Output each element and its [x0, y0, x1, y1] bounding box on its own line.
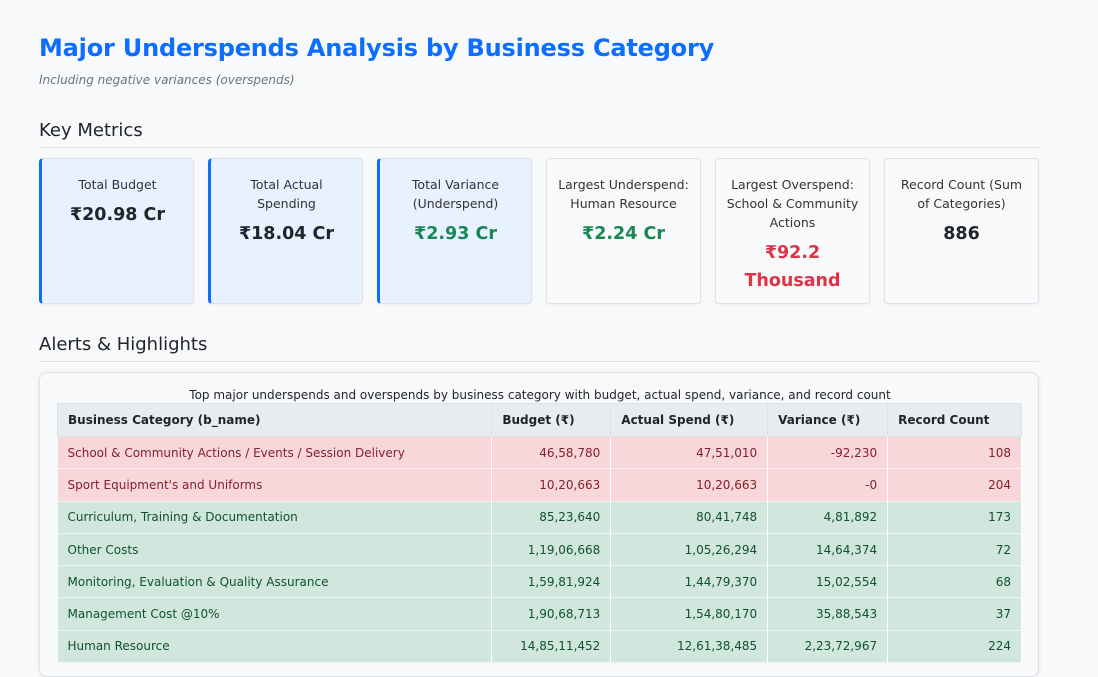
- table-row-overspend: Sport Equipment's and Uniforms 10,20,663…: [57, 468, 1022, 502]
- cell-actual: 12,61,38,485: [610, 630, 769, 664]
- cell-record-count: 173: [887, 501, 1022, 534]
- metric-label: Total Actual Spending: [250, 177, 323, 211]
- cell-record-count: 68: [887, 565, 1022, 599]
- cell-budget: 1,90,68,713: [491, 597, 612, 631]
- metric-value: ₹18.04 Cr: [238, 224, 335, 244]
- metric-value: ₹92.2 Thousand: [744, 243, 841, 291]
- cell-record-count: 204: [887, 468, 1022, 502]
- column-header-budget: Budget (₹): [491, 403, 612, 437]
- metric-card-total-actual: Total Actual Spending ₹18.04 Cr: [208, 158, 363, 304]
- metrics-row: Total Budget ₹20.98 Cr Total Actual Spen…: [39, 158, 1039, 304]
- metric-value: ₹20.98 Cr: [69, 205, 166, 225]
- cell-category: Other Costs: [57, 533, 493, 567]
- cell-variance: 4,81,892: [767, 501, 889, 534]
- cell-category: Management Cost @10%: [57, 597, 493, 631]
- table-row-underspend: Human Resource 14,85,11,452 12,61,38,485…: [57, 630, 1022, 664]
- cell-record-count: 224: [887, 630, 1022, 664]
- table-row-overspend: School & Community Actions / Events / Se…: [57, 436, 1022, 470]
- cell-category: Sport Equipment's and Uniforms: [57, 468, 493, 502]
- cell-category: School & Community Actions / Events / Se…: [57, 436, 493, 470]
- key-metrics-heading: Key Metrics: [39, 120, 1039, 148]
- metric-label: Record Count (Sum of Categories): [900, 177, 1023, 211]
- metric-label: Total Budget: [78, 177, 157, 192]
- column-header-record-count: Record Count: [887, 403, 1022, 437]
- cell-actual: 47,51,010: [610, 436, 769, 470]
- cell-actual: 10,20,663: [610, 468, 769, 502]
- metric-label: Largest Underspend: Human Resource: [558, 177, 689, 211]
- cell-actual: 1,05,26,294: [610, 533, 769, 567]
- metric-label: Largest Overspend: School & Community Ac…: [726, 177, 859, 230]
- table-header-row: Business Category (b_name) Budget (₹) Ac…: [56, 403, 1022, 437]
- page-title: Major Underspends Analysis by Business C…: [39, 34, 715, 62]
- variance-table: Business Category (b_name) Budget (₹) Ac…: [56, 403, 1022, 664]
- cell-record-count: 108: [887, 436, 1022, 470]
- cell-budget: 10,20,663: [491, 468, 612, 502]
- table-row-underspend: Other Costs 1,19,06,668 1,05,26,294 14,6…: [57, 533, 1022, 567]
- cell-category: Human Resource: [57, 630, 493, 664]
- metric-card-total-variance: Total Variance (Underspend) ₹2.93 Cr: [377, 158, 532, 304]
- metric-card-largest-overspend: Largest Overspend: School & Community Ac…: [715, 158, 870, 304]
- cell-variance: 35,88,543: [767, 597, 889, 631]
- cell-actual: 1,44,79,370: [610, 565, 769, 599]
- table-row-underspend: Management Cost @10% 1,90,68,713 1,54,80…: [57, 597, 1022, 631]
- table-caption: Top major underspends and overspends by …: [189, 388, 891, 402]
- cell-actual: 1,54,80,170: [610, 597, 769, 631]
- metric-card-record-count: Record Count (Sum of Categories) 886: [884, 158, 1039, 304]
- cell-variance: -0: [767, 468, 889, 502]
- cell-variance: 14,64,374: [767, 533, 889, 567]
- column-header-category: Business Category (b_name): [56, 403, 493, 437]
- cell-budget: 1,19,06,668: [491, 533, 612, 567]
- cell-record-count: 37: [887, 597, 1022, 631]
- metric-card-total-budget: Total Budget ₹20.98 Cr: [39, 158, 194, 304]
- cell-budget: 14,85,11,452: [491, 630, 612, 664]
- cell-variance: -92,230: [767, 436, 889, 470]
- table-row-underspend: Monitoring, Evaluation & Quality Assuran…: [57, 565, 1022, 599]
- metric-value: ₹2.24 Cr: [582, 224, 665, 244]
- cell-actual: 80,41,748: [610, 501, 769, 534]
- page-subtitle: Including negative variances (overspends…: [39, 73, 295, 87]
- cell-record-count: 72: [887, 533, 1022, 567]
- cell-budget: 85,23,640: [491, 501, 612, 534]
- column-header-actual: Actual Spend (₹): [610, 403, 769, 437]
- column-header-variance: Variance (₹): [767, 403, 889, 437]
- metric-label: Total Variance (Underspend): [411, 177, 500, 211]
- alerts-panel: Top major underspends and overspends by …: [39, 372, 1039, 677]
- metric-value: 886: [943, 224, 980, 244]
- metric-card-largest-underspend: Largest Underspend: Human Resource ₹2.24…: [546, 158, 701, 304]
- cell-variance: 2,23,72,967: [767, 630, 889, 664]
- cell-budget: 1,59,81,924: [491, 565, 612, 599]
- alerts-heading: Alerts & Highlights: [39, 334, 1039, 362]
- cell-category: Monitoring, Evaluation & Quality Assuran…: [57, 565, 493, 599]
- metric-value: ₹2.93 Cr: [414, 224, 497, 244]
- cell-category: Curriculum, Training & Documentation: [57, 501, 493, 534]
- table-row-underspend: Curriculum, Training & Documentation 85,…: [57, 501, 1022, 534]
- cell-budget: 46,58,780: [491, 436, 612, 470]
- cell-variance: 15,02,554: [767, 565, 889, 599]
